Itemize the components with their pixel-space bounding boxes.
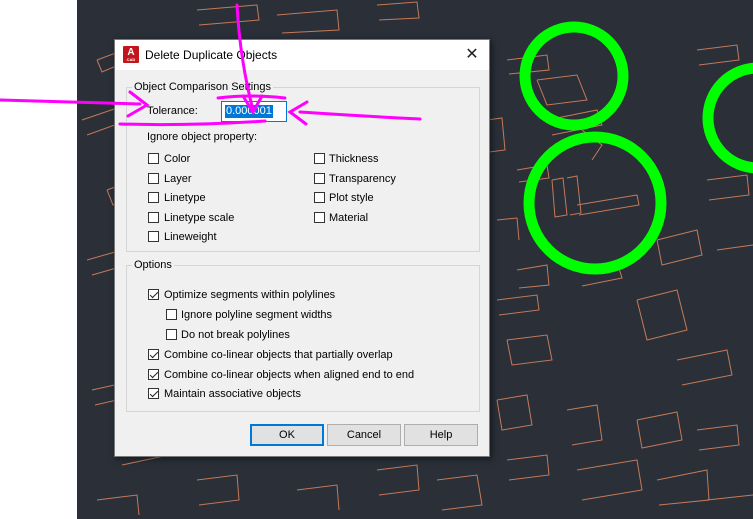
maintain-associative-label[interactable]: Maintain associative objects: [164, 388, 301, 400]
linetype-scale-checkbox-label[interactable]: Linetype scale: [164, 212, 234, 224]
lineweight-checkbox-label[interactable]: Lineweight: [164, 231, 217, 243]
transparency-checkbox[interactable]: [314, 173, 325, 184]
thickness-checkbox[interactable]: [314, 153, 325, 164]
combine-end-to-end-checkbox[interactable]: [148, 369, 159, 380]
close-icon[interactable]: ✕: [461, 44, 483, 66]
help-button[interactable]: Help: [404, 424, 478, 446]
ignore-property-label: Ignore object property:: [147, 131, 258, 143]
combine-overlap-label[interactable]: Combine co-linear objects that partially…: [164, 349, 393, 361]
tolerance-input[interactable]: 0.000001: [221, 101, 287, 122]
ok-button[interactable]: OK: [250, 424, 324, 446]
dialog-title: Delete Duplicate Objects: [145, 48, 278, 62]
cancel-button[interactable]: Cancel: [327, 424, 401, 446]
left-white-margin: [0, 0, 77, 519]
tolerance-value: 0.000001: [225, 105, 273, 118]
options-group-label: Options: [132, 259, 174, 271]
autocad-app-icon: A CAD: [123, 46, 139, 63]
comparison-group-label: Object Comparison Settings: [132, 81, 273, 93]
lineweight-checkbox[interactable]: [148, 231, 159, 242]
optimize-segments-label[interactable]: Optimize segments within polylines: [164, 289, 335, 301]
ignore-segment-widths-label[interactable]: Ignore polyline segment widths: [181, 309, 332, 321]
linetype-checkbox[interactable]: [148, 192, 159, 203]
layer-checkbox-label[interactable]: Layer: [164, 173, 192, 185]
material-checkbox-label[interactable]: Material: [329, 212, 368, 224]
color-checkbox[interactable]: [148, 153, 159, 164]
thickness-checkbox-label[interactable]: Thickness: [329, 153, 379, 165]
plot-style-checkbox[interactable]: [314, 192, 325, 203]
transparency-checkbox-label[interactable]: Transparency: [329, 173, 396, 185]
layer-checkbox[interactable]: [148, 173, 159, 184]
do-not-break-polylines-checkbox[interactable]: [166, 329, 177, 340]
dialog-titlebar[interactable]: A CAD Delete Duplicate Objects ✕: [115, 40, 489, 70]
linetype-checkbox-label[interactable]: Linetype: [164, 192, 206, 204]
delete-duplicates-dialog: A CAD Delete Duplicate Objects ✕ Object …: [114, 39, 490, 457]
plot-style-checkbox-label[interactable]: Plot style: [329, 192, 374, 204]
maintain-associative-checkbox[interactable]: [148, 388, 159, 399]
tolerance-label: Tolerance:: [147, 105, 198, 117]
combine-end-to-end-label[interactable]: Combine co-linear objects when aligned e…: [164, 369, 414, 381]
material-checkbox[interactable]: [314, 212, 325, 223]
optimize-segments-checkbox[interactable]: [148, 289, 159, 300]
color-checkbox-label[interactable]: Color: [164, 153, 190, 165]
linetype-scale-checkbox[interactable]: [148, 212, 159, 223]
do-not-break-polylines-label[interactable]: Do not break polylines: [181, 329, 290, 341]
combine-overlap-checkbox[interactable]: [148, 349, 159, 360]
ignore-segment-widths-checkbox[interactable]: [166, 309, 177, 320]
